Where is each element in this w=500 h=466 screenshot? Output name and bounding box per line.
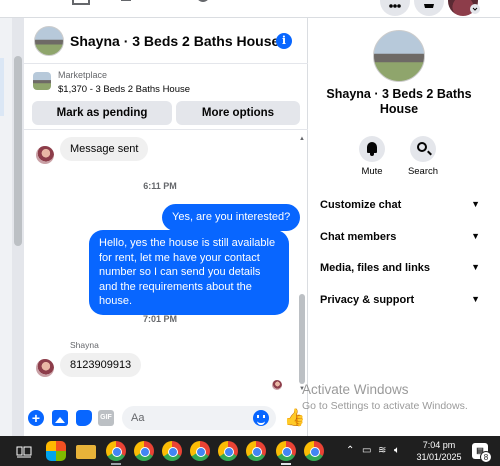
- scroll-up-arrow-icon[interactable]: ▲: [298, 136, 306, 142]
- top-navigation: [0, 0, 500, 18]
- display-icon[interactable]: ▭: [362, 436, 371, 466]
- activate-windows-subtitle: Go to Settings to activate Windows.: [302, 400, 468, 412]
- grid-icon: [389, 4, 401, 8]
- screen: Shayna · 3 Beds 2 Baths House i Marketpl…: [0, 0, 500, 466]
- mute-label: Mute: [361, 166, 383, 177]
- search-button[interactable]: Search: [398, 136, 448, 177]
- chat-title[interactable]: Shayna · 3 Beds 2 Baths House: [70, 33, 279, 49]
- image-icon[interactable]: [52, 410, 68, 426]
- mark-as-pending-button[interactable]: Mark as pending: [32, 101, 172, 125]
- chevron-down-icon: ▼: [471, 294, 480, 304]
- thumbs-up-icon[interactable]: 👍: [284, 409, 305, 427]
- task-view-icon[interactable]: [14, 441, 34, 461]
- page-scrollbar[interactable]: [12, 18, 24, 436]
- taskbar: ⌃ ▭ ≋ 🔈︎ 7:04 pm 31/01/2025 ▤ 8: [0, 436, 500, 466]
- seen-indicator-avatar: [272, 380, 282, 390]
- more-options-button[interactable]: More options: [176, 101, 300, 125]
- tray-overflow-chevron-up-icon[interactable]: ⌃: [346, 436, 354, 466]
- menu-grid-button[interactable]: [380, 0, 410, 16]
- home-icon[interactable]: [70, 0, 92, 8]
- left-gutter: [0, 18, 12, 436]
- chevron-down-icon: ▼: [471, 262, 480, 272]
- chat-header: Shayna · 3 Beds 2 Baths House i: [24, 18, 308, 64]
- clock-date: 31/01/2025: [416, 452, 462, 462]
- message-scrollbar[interactable]: ▲ ▼: [298, 136, 306, 392]
- section-label: Chat members: [320, 231, 397, 243]
- bell-icon: [424, 4, 434, 8]
- message-bubble[interactable]: 8123909913: [60, 353, 142, 377]
- listing-thumbnail[interactable]: [33, 72, 51, 90]
- conversation-info-panel: Shayna · 3 Beds 2 Baths House Mute Searc…: [308, 18, 500, 436]
- section-label: Privacy & support: [320, 294, 415, 306]
- activate-windows-title: Activate Windows: [302, 382, 409, 397]
- chrome-icon[interactable]: [134, 441, 154, 461]
- file-explorer-icon[interactable]: [76, 445, 96, 459]
- chrome-icon[interactable]: [162, 441, 182, 461]
- media-files-links-section[interactable]: Media, files and links ▼: [320, 262, 480, 274]
- bell-icon: [367, 142, 377, 156]
- page-scrollbar-thumb[interactable]: [14, 56, 22, 246]
- search-label: Search: [407, 166, 439, 177]
- conversation-name: Shayna · 3 Beds 2 Baths House: [326, 87, 472, 116]
- chrome-icon[interactable]: [276, 441, 296, 461]
- conversation-avatar[interactable]: [373, 30, 425, 82]
- notification-count-badge: 8: [480, 451, 492, 463]
- chevron-down-icon[interactable]: [470, 4, 480, 14]
- message-bubble-outgoing[interactable]: Yes, are you interested?: [162, 204, 301, 231]
- marketplace-listing: Marketplace $1,370 - 3 Beds 2 Baths Hous…: [24, 64, 308, 130]
- sender-name: Shayna: [70, 340, 99, 350]
- chrome-icon[interactable]: [304, 441, 324, 461]
- plus-icon[interactable]: +: [28, 410, 44, 426]
- groups-icon[interactable]: [192, 0, 214, 8]
- notifications-button[interactable]: [414, 0, 444, 16]
- chevron-down-icon: ▼: [471, 231, 480, 241]
- marketplace-label: Marketplace: [58, 70, 108, 80]
- search-icon: [417, 142, 427, 152]
- chrome-icon[interactable]: [246, 441, 266, 461]
- active-indicator: [281, 463, 291, 465]
- message-bubble-outgoing[interactable]: Hello, yes the house is still available …: [89, 230, 289, 315]
- clock-time: 7:04 pm: [422, 440, 456, 450]
- sender-avatar[interactable]: [36, 359, 54, 377]
- search-circle: [410, 136, 436, 162]
- wifi-icon[interactable]: ≋: [378, 436, 386, 466]
- volume-icon[interactable]: 🔈︎: [394, 436, 400, 466]
- chat-panel: Shayna · 3 Beds 2 Baths House i Marketpl…: [24, 18, 308, 436]
- sticker-icon[interactable]: [76, 410, 92, 426]
- message-bubble[interactable]: Message sent: [60, 137, 149, 161]
- info-icon[interactable]: i: [276, 33, 292, 49]
- chrome-icon[interactable]: [218, 441, 238, 461]
- chat-members-section[interactable]: Chat members ▼: [320, 231, 480, 243]
- gif-icon[interactable]: GIF: [98, 410, 114, 426]
- message-input-placeholder: Aa: [131, 412, 145, 424]
- privacy-support-section[interactable]: Privacy & support ▼: [320, 294, 480, 306]
- timestamp: 6:11 PM: [143, 181, 177, 191]
- friends-icon[interactable]: [118, 0, 140, 8]
- message-composer: + GIF Aa 👍: [24, 400, 308, 436]
- section-label: Media, files and links: [320, 262, 431, 274]
- timestamp: 7:01 PM: [142, 314, 177, 324]
- running-indicator: [111, 463, 121, 465]
- message-list[interactable]: Message sent 6:11 PM Yes, are you intere…: [24, 130, 308, 400]
- message-scrollbar-thumb[interactable]: [299, 294, 305, 384]
- mute-button[interactable]: Mute: [347, 136, 397, 177]
- message-input[interactable]: Aa: [122, 406, 276, 430]
- system-clock[interactable]: 7:04 pm 31/01/2025: [408, 439, 470, 463]
- section-label: Customize chat: [320, 199, 402, 211]
- chat-avatar[interactable]: [34, 25, 64, 56]
- listing-price-title[interactable]: $1,370 - 3 Beds 2 Baths House: [58, 84, 190, 95]
- emoji-icon[interactable]: [253, 410, 269, 426]
- chevron-down-icon: ▼: [471, 199, 480, 209]
- sender-avatar[interactable]: [36, 146, 54, 164]
- chrome-icon[interactable]: [190, 441, 210, 461]
- gutter-highlight: [0, 58, 4, 116]
- mute-circle: [359, 136, 385, 162]
- customize-chat-section[interactable]: Customize chat ▼: [320, 199, 480, 211]
- chrome-icon[interactable]: [106, 441, 126, 461]
- copilot-icon[interactable]: [46, 441, 66, 461]
